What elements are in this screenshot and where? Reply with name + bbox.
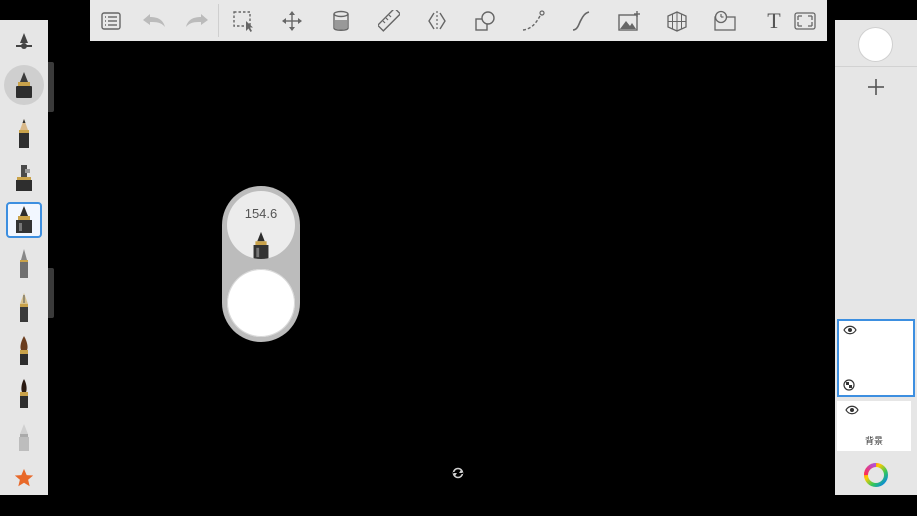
airbrush-icon — [16, 165, 32, 191]
left-bar-tab-lower[interactable] — [48, 268, 54, 318]
brush-settings-icon — [16, 33, 32, 49]
selection-tool[interactable] — [229, 6, 259, 36]
brush-size-knob[interactable]: 154.6 — [227, 191, 295, 259]
ruler-icon — [378, 10, 400, 32]
list-icon — [101, 12, 121, 30]
star-icon — [14, 468, 34, 487]
redo-button[interactable] — [182, 6, 212, 36]
layer-thumbnail-background[interactable]: 背景 — [837, 401, 911, 451]
menu-button[interactable] — [96, 6, 126, 36]
left-bar-tab-upper[interactable] — [48, 62, 54, 112]
inking-pen-icon — [253, 231, 269, 259]
brush-pencil[interactable] — [6, 116, 42, 152]
add-layer-button[interactable] — [861, 72, 891, 102]
marker-brush-icon — [16, 72, 32, 98]
add-image-tool[interactable] — [614, 6, 644, 36]
add-image-icon — [618, 11, 640, 31]
brush-size-value: 154.6 — [244, 206, 278, 221]
symmetry-tool[interactable] — [422, 6, 452, 36]
layers-panel: 背景 — [835, 20, 917, 495]
ballpoint-pen-icon — [20, 249, 28, 278]
calligraphy-brush-icon — [20, 379, 28, 408]
perspective-stroke-tool[interactable] — [518, 6, 548, 36]
symmetry-icon — [428, 11, 446, 31]
eye-icon[interactable] — [845, 405, 859, 415]
curve-tool[interactable] — [566, 6, 596, 36]
eraser-icon — [19, 424, 29, 451]
time-lapse-tool[interactable] — [710, 6, 740, 36]
bucket-fill-icon — [333, 10, 349, 31]
color-swatch[interactable] — [859, 28, 892, 61]
brush-library-bar — [0, 20, 48, 495]
curve-icon — [572, 11, 590, 31]
blend-mode-icon[interactable] — [843, 379, 855, 391]
shapes-icon — [475, 11, 495, 31]
top-toolbar: T — [90, 0, 827, 41]
brush-paint-brush[interactable] — [6, 333, 42, 369]
canvas-frame-icon — [794, 12, 816, 30]
brush-airbrush[interactable] — [6, 160, 42, 196]
selection-icon — [233, 11, 253, 32]
undo-button[interactable] — [139, 6, 169, 36]
layer-thumbnail-selected[interactable] — [837, 319, 915, 397]
color-wheel-icon[interactable] — [863, 462, 889, 488]
pencil-brush-icon — [19, 119, 29, 148]
brush-marker[interactable] — [4, 65, 44, 105]
brush-favorites[interactable] — [6, 460, 42, 496]
redo-icon — [186, 14, 208, 27]
perspective-grid-icon — [667, 11, 687, 32]
shapes-tool[interactable] — [470, 6, 500, 36]
time-lapse-icon — [714, 10, 736, 31]
brush-fountain-pen[interactable] — [6, 290, 42, 326]
inking-pen-icon — [16, 206, 32, 233]
paint-brush-icon — [20, 336, 28, 365]
text-tool[interactable]: T — [759, 6, 789, 36]
transform-icon — [282, 11, 302, 31]
canvas-rotate-icon[interactable] — [452, 467, 464, 479]
undo-icon — [143, 14, 165, 27]
layer-name: 背景 — [864, 436, 883, 446]
fill-tool[interactable] — [326, 6, 356, 36]
fountain-pen-icon — [20, 293, 28, 322]
brush-ballpoint-pen[interactable] — [6, 246, 42, 282]
eye-icon[interactable] — [843, 325, 857, 335]
plus-icon — [868, 79, 884, 95]
brush-eraser[interactable] — [6, 419, 42, 455]
brush-inking-pen[interactable] — [6, 202, 42, 238]
brush-calligraphy[interactable] — [6, 376, 42, 412]
toolbar-divider — [218, 4, 219, 37]
panel-divider — [835, 66, 917, 67]
transform-tool[interactable] — [277, 6, 307, 36]
perspective-stroke-icon — [522, 10, 545, 31]
brush-puck[interactable]: 154.6 — [222, 186, 300, 342]
brush-opacity-knob[interactable] — [227, 269, 295, 337]
canvas-frame-tool[interactable] — [790, 6, 820, 36]
brush-settings-button[interactable] — [6, 23, 42, 59]
ruler-tool[interactable] — [374, 6, 404, 36]
perspective-grid-tool[interactable] — [662, 6, 692, 36]
